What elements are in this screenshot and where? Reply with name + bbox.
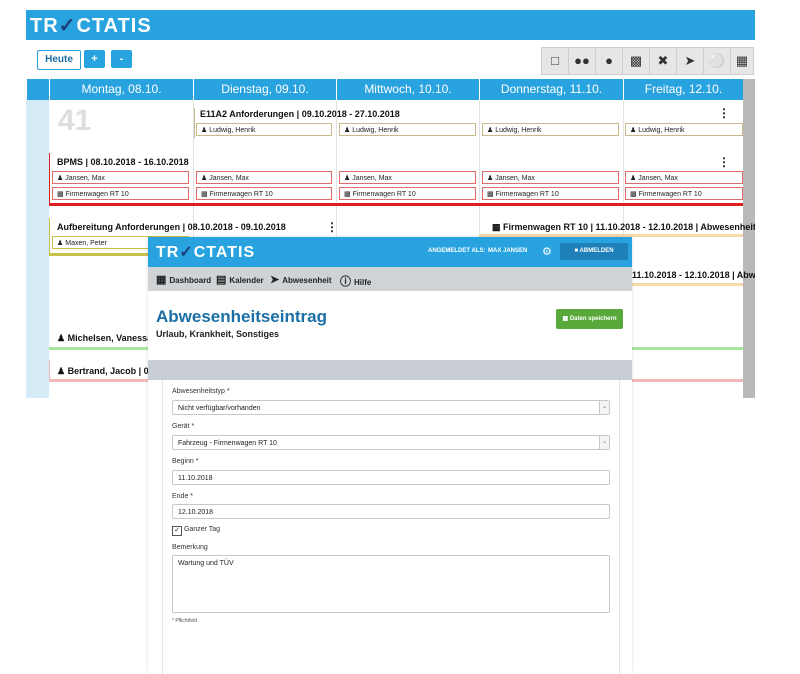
event-marker [194,108,195,138]
event-title[interactable]: ♟ Michelsen, Vanessa | [57,333,157,344]
nav-calendar[interactable]: ▤ Kalender [216,273,264,286]
logout-button[interactable]: ■ ABMELDEN [560,243,628,260]
start-label: Beginn * [172,458,199,465]
person-chip[interactable]: ♟ Ludwig, Henrik [196,123,332,136]
person-chip[interactable]: ♟ Ludwig, Henrik [482,123,619,136]
week-number: 41 [58,104,92,137]
device-label: Gerät * [172,423,195,430]
app-header: TR✓CTATIS [26,10,755,40]
user-name: MAX JANSEN [488,248,528,254]
person-chip[interactable]: ♟ Jansen, Max [482,171,619,184]
person-chip[interactable]: ♟ Jansen, Max [339,171,476,184]
nav-dashboard[interactable]: ▦ Dashboard [156,273,211,286]
event-marker [49,360,50,380]
person-chip[interactable]: ♟ Jansen, Max [52,171,189,184]
absence-form: Abwesenheitstyp * Nicht verfügbar/vorhan… [162,380,620,674]
type-select[interactable]: Nicht verfügbar/vorhanden ⌄ [172,400,610,415]
end-label: Ende * [172,493,194,500]
week-strip [26,100,49,398]
tools-icon[interactable]: ✖ [649,47,677,75]
more-icon[interactable]: ⋮ [718,106,730,120]
chevron-down-icon: ⌄ [599,401,609,414]
page-subtitle: Urlaub, Krankheit, Sonstiges [156,329,280,339]
info-icon: ⓘ [340,276,351,288]
day-header-friday: Freitag, 12.10. [623,79,743,100]
day-header-thursday: Donnerstag, 11.10. [479,79,623,100]
end-date-field[interactable]: 12.10.2018 [172,504,610,519]
more-icon[interactable]: ⋮ [326,220,338,234]
prev-week-button[interactable]: - [111,50,132,68]
vehicle-chip[interactable]: ▩ Firmenwagen RT 10 [339,187,476,200]
people-icon[interactable]: ●● [568,47,596,75]
settings-icon[interactable]: ⚙ [542,245,552,258]
box-icon[interactable]: □ [541,47,569,75]
event-bar [623,283,743,286]
chevron-down-icon: ⌄ [599,436,609,449]
type-label: Abwesenheitstyp * [172,388,230,395]
remark-label: Bemerkung [172,544,208,551]
vehicle-chip[interactable]: ▩ Firmenwagen RT 10 [482,187,619,200]
pill-icon[interactable]: ⚪ [703,47,731,75]
more-icon[interactable]: ⋮ [718,155,730,169]
device-select[interactable]: Fahrzeug - Firmenwagen RT 10 ⌄ [172,435,610,450]
logout-icon: ■ [574,248,579,254]
app-logo: TR✓CTATIS [156,244,256,261]
plane-icon[interactable]: ➤ [676,47,704,75]
floppy-icon: ▩ [562,316,569,322]
required-note: * Pflichtfeld [172,618,198,624]
day-header-tuesday: Dienstag, 09.10. [193,79,336,100]
dialog-nav: ▦ Dashboard ▤ Kalender ➤ Abwesenheit ⓘ Hilfe [148,267,632,291]
page-title: Abwesenheitseintrag [156,307,327,326]
grid-icon: ▦ [156,274,167,286]
today-button[interactable]: Heute [37,50,81,70]
event-title[interactable]: E11A2 Anforderungen | 09.10.2018 - 27.10… [200,109,400,119]
person-chip[interactable]: ♟ Jansen, Max [196,171,332,184]
person-chip[interactable]: ♟ Jansen, Max [625,171,743,184]
truck-icon[interactable]: ▩ [622,47,650,75]
next-week-button[interactable]: + [84,50,105,68]
nav-absence[interactable]: ➤ Abwesenheit [270,273,332,286]
person-icon[interactable]: ● [595,47,623,75]
person-chip[interactable]: ♟ Ludwig, Henrik [625,123,743,136]
absence-dialog: TR✓CTATIS ANGEMELDET ALS: MAX JANSEN ⚙ ■… [148,237,632,674]
form-band [148,360,632,380]
fullday-label: Ganzer Tag [184,526,221,533]
calendar-scrollbar[interactable] [743,79,755,398]
event-title[interactable]: Aufbereitung Anforderungen | 08.10.2018 … [57,222,286,232]
day-header-spacer [26,79,49,100]
org-chart-icon[interactable]: ▦ [730,47,754,75]
logged-in-label: ANGEMELDET ALS: [428,248,486,254]
day-header-monday: Montag, 08.10. [49,79,193,100]
event-title[interactable]: BPMS | 08.10.2018 - 16.10.2018 [57,157,189,167]
remark-textarea[interactable]: Wartung und TÜV [172,555,610,613]
person-chip[interactable]: ♟ Ludwig, Henrik [339,123,476,136]
vehicle-chip[interactable]: ▩ Firmenwagen RT 10 [196,187,332,200]
start-date-field[interactable]: 11.10.2018 [172,470,610,485]
event-title[interactable]: ▩ Firmenwagen RT 10 | 11.10.2018 - 12.10… [492,222,755,233]
calendar-icon: ▤ [216,274,227,286]
event-marker [49,153,50,203]
event-title[interactable]: 11.10.2018 - 12.10.2018 | Abwesenheit [632,270,755,280]
plane-icon: ➤ [270,274,280,286]
toolbar: Heute + - □ ●● ● ▩ ✖ ➤ ⚪ ▦ [26,40,755,80]
save-button[interactable]: ▩ Daten speichern [556,309,623,329]
dialog-header: TR✓CTATIS ANGEMELDET ALS: MAX JANSEN ⚙ ■… [148,237,632,267]
vehicle-chip[interactable]: ▩ Firmenwagen RT 10 [52,187,189,200]
event-marker [49,218,50,253]
app-logo: TR✓CTATIS [30,15,152,37]
event-title[interactable]: ♟ Bertrand, Jacob | 08.1 [57,366,161,377]
day-header-row: Montag, 08.10. Dienstag, 09.10. Mittwoch… [26,79,755,100]
nav-help[interactable]: ⓘ Hilfe [340,273,371,289]
fullday-checkbox[interactable]: ✓ [172,526,182,536]
day-header-wednesday: Mittwoch, 10.10. [336,79,479,100]
event-bar [49,203,743,206]
vehicle-chip[interactable]: ▩ Firmenwagen RT 10 [625,187,743,200]
